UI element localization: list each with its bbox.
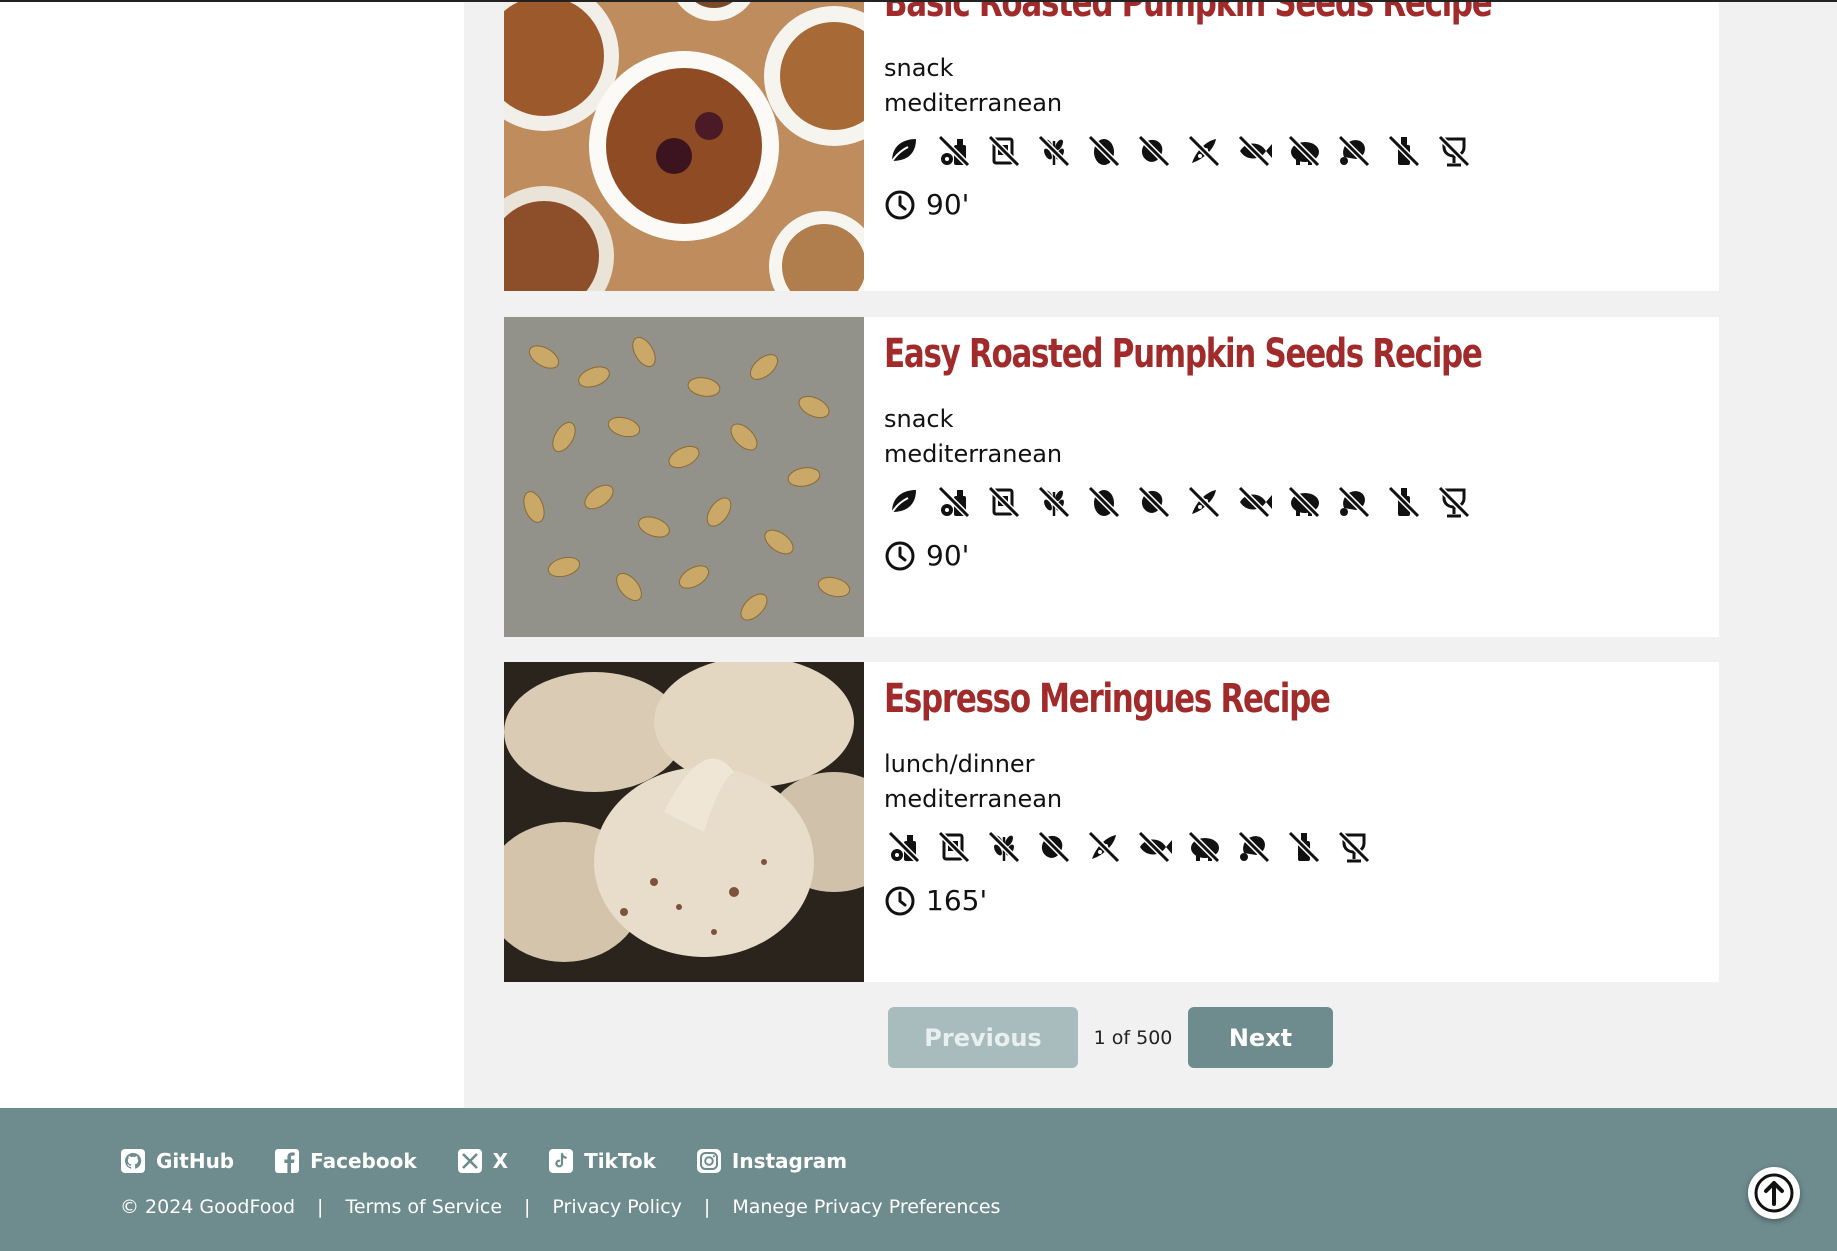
soy-free-icon — [1087, 830, 1121, 864]
gluten-free-icon — [1037, 485, 1071, 519]
meal-type: snack — [884, 54, 954, 82]
fish-free-icon — [1237, 134, 1272, 168]
sidebar — [0, 0, 464, 1108]
pagination: Previous 1 of 500 Next — [888, 1007, 1333, 1068]
fish-free-icon — [1137, 830, 1172, 864]
egg-free-icon — [1087, 134, 1121, 168]
x-icon — [457, 1149, 482, 1173]
page-indicator: 1 of 500 — [1093, 1026, 1173, 1049]
top-border — [0, 0, 1837, 2]
recipe-title[interactable]: Basic Roasted Pumpkin Seeds Recipe — [884, 0, 1493, 26]
next-button[interactable]: Next — [1188, 1007, 1333, 1068]
soy-free-icon — [1187, 134, 1221, 168]
gluten-free-icon — [987, 830, 1021, 864]
clock-icon — [885, 886, 915, 915]
tiktok-label: TikTok — [584, 1149, 656, 1173]
cook-time-value: 90' — [926, 539, 970, 572]
nut-free-icon — [1137, 485, 1171, 519]
github-link[interactable]: GitHub — [120, 1148, 234, 1174]
instagram-label: Instagram — [731, 1149, 848, 1173]
alcohol-free-icon — [1437, 485, 1471, 519]
github-label: GitHub — [156, 1149, 235, 1173]
pork-free-icon — [1287, 485, 1321, 519]
separator: | — [524, 1196, 531, 1218]
diet-icons — [884, 482, 1474, 522]
cook-time: 90' — [884, 539, 969, 572]
cook-time: 90' — [884, 188, 969, 221]
arrow-up-icon — [1754, 1173, 1794, 1213]
instagram-icon — [696, 1149, 721, 1173]
dairy-free-icon — [887, 830, 921, 864]
nut-free-icon — [1137, 134, 1171, 168]
gluten-free-icon — [1037, 134, 1071, 168]
vegan-icon — [889, 490, 916, 517]
pork-free-icon — [1287, 134, 1321, 168]
soy-free-icon — [1187, 485, 1221, 519]
cook-time: 165' — [884, 884, 987, 917]
meat-free-icon — [1337, 134, 1371, 168]
recipe-photo[interactable] — [504, 662, 864, 982]
recipe-photo[interactable] — [504, 0, 864, 291]
facebook-label: Facebook — [310, 1149, 417, 1173]
github-icon — [121, 1149, 145, 1173]
dairy-free-icon — [937, 134, 971, 168]
scroll-to-top-button[interactable] — [1748, 1167, 1800, 1219]
footer: GitHub Facebook X TikTok Instagram © 202… — [0, 1108, 1837, 1251]
copyright: © 2024 GoodFood — [120, 1196, 296, 1218]
pork-free-icon — [1187, 830, 1221, 864]
privacy-preferences-link[interactable]: Manege Privacy Preferences — [732, 1196, 1000, 1218]
clock-icon — [885, 190, 915, 219]
previous-button[interactable]: Previous — [888, 1007, 1078, 1068]
no-added-sugar-icon — [937, 830, 971, 864]
no-added-sugar-icon — [987, 485, 1021, 519]
meat-free-icon — [1337, 485, 1371, 519]
cuisine: mediterranean — [884, 89, 1063, 117]
no-added-sugar-icon — [987, 134, 1021, 168]
tiktok-link[interactable]: TikTok — [548, 1148, 656, 1174]
recipe-title[interactable]: Espresso Meringues Recipe — [884, 676, 1331, 722]
cook-time-value: 165' — [926, 884, 988, 917]
no-oil-icon — [1387, 134, 1421, 168]
facebook-link[interactable]: Facebook — [274, 1148, 417, 1174]
vegan-icon — [889, 139, 916, 166]
separator: | — [317, 1196, 324, 1218]
cuisine: mediterranean — [884, 440, 1063, 468]
recipe-card[interactable]: Basic Roasted Pumpkin Seeds Recipe snack… — [504, 0, 1719, 291]
separator: | — [703, 1196, 711, 1218]
diet-icons — [884, 131, 1474, 171]
tiktok-icon — [549, 1149, 574, 1173]
terms-link[interactable]: Terms of Service — [345, 1196, 502, 1218]
instagram-link[interactable]: Instagram — [696, 1148, 847, 1174]
recipe-photo[interactable] — [504, 317, 864, 637]
egg-free-icon — [1087, 485, 1121, 519]
alcohol-free-icon — [1437, 134, 1471, 168]
cook-time-value: 90' — [926, 188, 970, 221]
alcohol-free-icon — [1337, 830, 1371, 864]
x-link[interactable]: X — [457, 1148, 508, 1174]
cuisine: mediterranean — [884, 785, 1063, 813]
legal-links: © 2024 GoodFood | Terms of Service | Pri… — [120, 1196, 1000, 1218]
fish-free-icon — [1237, 485, 1272, 519]
clock-icon — [885, 541, 915, 570]
meal-type: lunch/dinner — [884, 750, 1035, 778]
meal-type: snack — [884, 405, 954, 433]
privacy-link[interactable]: Privacy Policy — [552, 1196, 681, 1218]
facebook-icon — [275, 1149, 300, 1173]
recipe-card[interactable]: Espresso Meringues Recipe lunch/dinner m… — [504, 662, 1719, 982]
recipe-card[interactable]: Easy Roasted Pumpkin Seeds Recipe snack … — [504, 317, 1719, 637]
nut-free-icon — [1037, 830, 1071, 864]
diet-icons — [884, 827, 1374, 867]
x-label: X — [492, 1149, 509, 1173]
dairy-free-icon — [937, 485, 971, 519]
no-oil-icon — [1387, 485, 1421, 519]
no-oil-icon — [1287, 830, 1321, 864]
recipe-title[interactable]: Easy Roasted Pumpkin Seeds Recipe — [884, 331, 1483, 377]
meat-free-icon — [1237, 830, 1271, 864]
social-links: GitHub Facebook X TikTok Instagram — [120, 1148, 847, 1174]
